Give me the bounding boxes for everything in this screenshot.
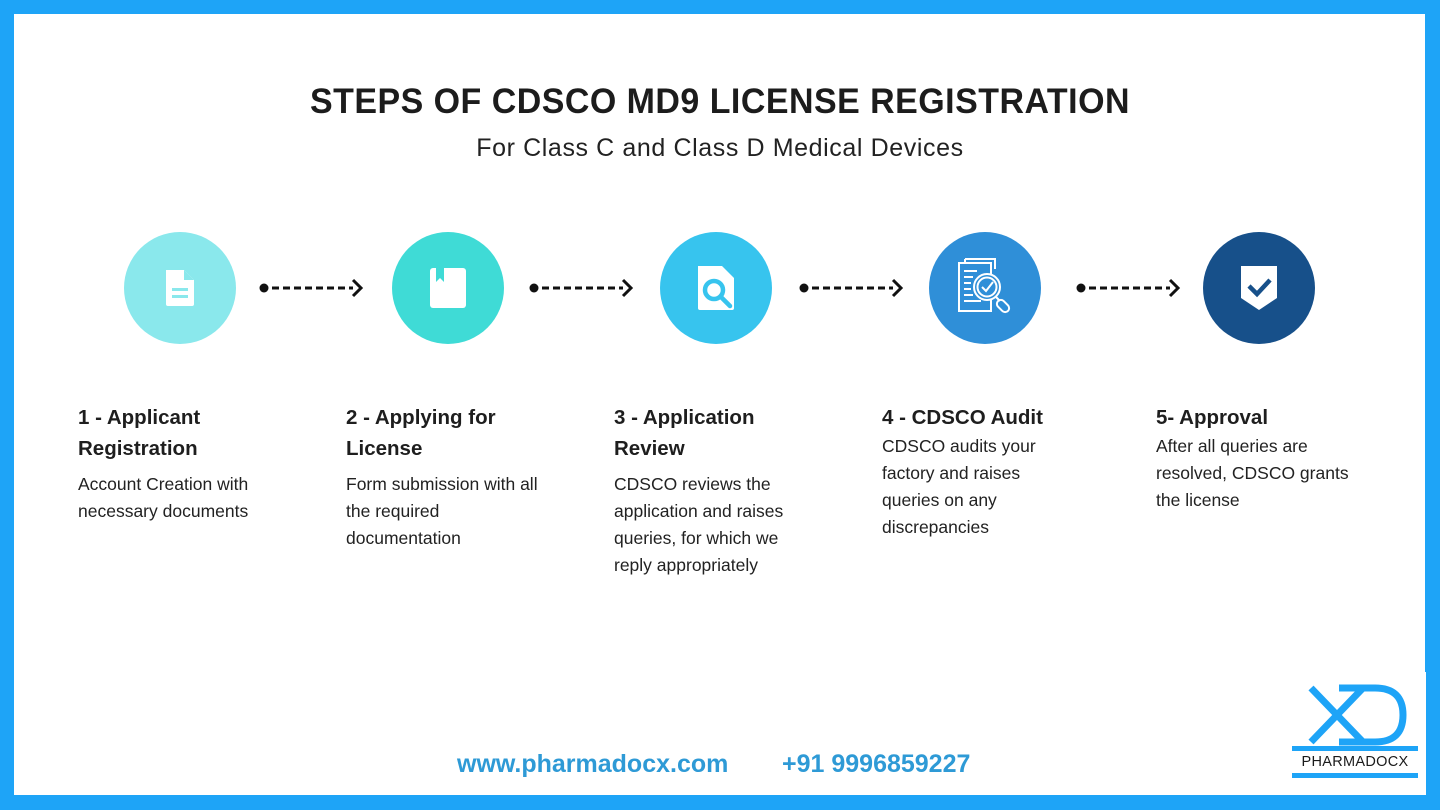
logo-top-bar (1292, 746, 1418, 751)
document-icon (160, 268, 200, 308)
step-3-description: CDSCO reviews the application and raises… (614, 474, 784, 575)
step-2-circle (392, 232, 504, 344)
step-1-circle (124, 232, 236, 344)
step-3-title: 3 - Application Review (614, 406, 755, 460)
step-4-circle (929, 232, 1041, 344)
page-subtitle: For Class C and Class D Medical Devices (476, 134, 964, 162)
step-4-title: 4 - CDSCO Audit (882, 406, 1043, 429)
step-5-circle (1203, 232, 1315, 344)
step-5-description: After all queries are resolved, CDSCO gr… (1156, 436, 1349, 510)
step-2-description: Form submission with all the required do… (346, 474, 538, 548)
dotted-arrow-icon (1076, 278, 1181, 298)
step-1: 1 - Applicant Registration Account Creat… (78, 402, 298, 525)
step-5-title: 5- Approval (1156, 406, 1269, 429)
step-4: 4 - CDSCO Audit CDSCO audits your factor… (882, 402, 1102, 541)
step-2: 2 - Applying for License Form submission… (346, 402, 566, 552)
step-1-title: 1 - Applicant Registration (78, 406, 201, 460)
bookmark-book-icon (428, 266, 468, 310)
website-link[interactable]: www.pharmadocx.com (457, 750, 728, 779)
page-title: STEPS OF CDSCO MD9 LICENSE REGISTRATION (310, 82, 1130, 121)
logo-bottom-bar (1292, 773, 1418, 778)
step-4-description: CDSCO audits your factory and raises que… (882, 436, 1036, 537)
step-5: 5- Approval After all queries are resolv… (1156, 402, 1376, 514)
document-search-icon (694, 264, 738, 312)
dotted-arrow-icon (529, 278, 634, 298)
shield-check-icon (1239, 264, 1279, 312)
step-1-description: Account Creation with necessary document… (78, 474, 249, 521)
step-3-circle (660, 232, 772, 344)
pharmadocx-logo-mark-icon (1308, 684, 1407, 746)
audit-magnifier-check-icon (951, 255, 1019, 321)
step-3: 3 - Application Review CDSCO reviews the… (614, 402, 834, 579)
dotted-arrow-icon (799, 278, 904, 298)
phone-number[interactable]: +91 9996859227 (782, 750, 970, 779)
dotted-arrow-icon (259, 278, 364, 298)
step-2-title: 2 - Applying for License (346, 406, 496, 460)
logo-name: PHARMADOCX (1301, 754, 1409, 770)
